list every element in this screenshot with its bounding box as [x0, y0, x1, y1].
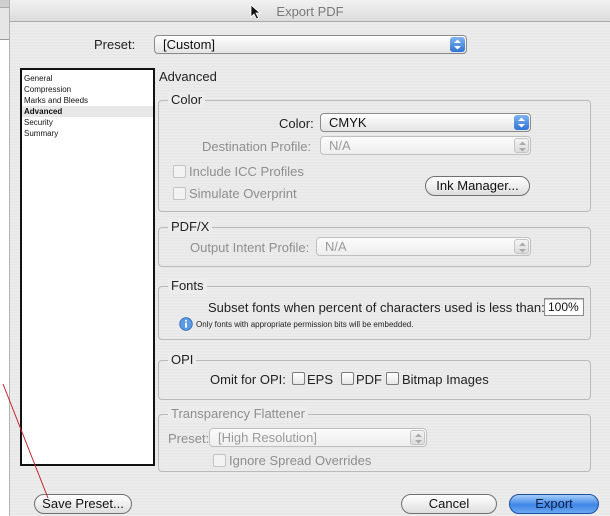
- simulate-overprint-label: Simulate Overprint: [189, 186, 297, 201]
- popup-arrows-icon: [514, 239, 529, 254]
- destination-profile-label: Destination Profile:: [202, 139, 312, 154]
- subset-percent-field[interactable]: 100%: [544, 298, 584, 316]
- sidebar-item-marks-and-bleeds[interactable]: Marks and Bleeds: [22, 95, 153, 106]
- popup-arrows-icon: [410, 430, 425, 445]
- popup-arrows-icon: [514, 138, 529, 153]
- include-icc-label: Include ICC Profiles: [189, 164, 304, 179]
- simulate-overprint-checkbox[interactable]: [173, 187, 186, 200]
- color-group-title: Color: [168, 92, 206, 107]
- pdfx-group-title: PDF/X: [168, 219, 213, 234]
- omit-pdf-checkbox[interactable]: [341, 372, 354, 385]
- sidebar-item-advanced[interactable]: Advanced: [22, 106, 153, 117]
- popup-arrows-icon: [450, 37, 465, 52]
- preset-label: Preset:: [94, 37, 136, 52]
- color-label: Color:: [279, 116, 314, 131]
- flattener-preset-label: Preset:: [168, 431, 210, 446]
- sidebar-item-summary[interactable]: Summary: [22, 128, 153, 139]
- destination-profile-popup[interactable]: N/A: [320, 136, 531, 155]
- destination-profile-value: N/A: [329, 138, 351, 153]
- flattener-preset-popup[interactable]: [High Resolution]: [209, 428, 427, 447]
- preset-popup[interactable]: [Custom]: [154, 35, 467, 54]
- sidebar-item-security[interactable]: Security: [22, 117, 153, 128]
- cancel-button[interactable]: Cancel: [401, 494, 497, 514]
- transparency-flattener-title: Transparency Flattener: [168, 406, 308, 421]
- export-button[interactable]: Export: [509, 494, 599, 514]
- output-intent-value: N/A: [325, 239, 347, 254]
- include-icc-checkbox[interactable]: [173, 165, 186, 178]
- preset-value: [Custom]: [163, 37, 216, 52]
- ignore-spread-overrides-checkbox[interactable]: [213, 454, 226, 467]
- output-intent-popup[interactable]: N/A: [316, 237, 531, 256]
- omit-opi-label: Omit for OPI:: [210, 372, 286, 387]
- sidebar-item-general[interactable]: General: [22, 73, 153, 84]
- omit-eps-checkbox[interactable]: [292, 372, 305, 385]
- subset-fonts-label: Subset fonts when percent of characters …: [208, 300, 545, 315]
- category-list: General Compression Marks and Bleeds Adv…: [20, 68, 155, 466]
- save-preset-button[interactable]: Save Preset...: [34, 494, 132, 514]
- omit-pdf-label: PDF: [356, 372, 382, 387]
- panel-heading: Advanced: [159, 69, 217, 84]
- mouse-cursor-icon: [250, 4, 262, 20]
- sidebar-item-compression[interactable]: Compression: [22, 84, 153, 95]
- color-value: CMYK: [329, 115, 367, 130]
- omit-bitmap-checkbox[interactable]: [386, 372, 399, 385]
- omit-eps-label: EPS: [307, 372, 334, 387]
- popup-arrows-icon: [514, 115, 529, 130]
- dialog-title: Export PDF: [276, 4, 344, 19]
- flattener-preset-value: [High Resolution]: [218, 430, 317, 445]
- export-pdf-dialog: Export PDF Preset: [Custom] General Comp…: [9, 0, 610, 516]
- ignore-spread-overrides-label: Ignore Spread Overrides: [229, 453, 372, 468]
- ink-manager-button[interactable]: Ink Manager...: [425, 176, 530, 196]
- fonts-group-title: Fonts: [168, 278, 207, 293]
- fonts-note: Only fonts with appropriate permission b…: [196, 320, 414, 329]
- output-intent-label: Output Intent Profile:: [190, 240, 310, 255]
- info-icon: [179, 317, 193, 331]
- omit-bitmap-label: Bitmap Images: [402, 372, 489, 387]
- color-popup[interactable]: CMYK: [320, 113, 531, 132]
- opi-group-title: OPI: [168, 352, 197, 367]
